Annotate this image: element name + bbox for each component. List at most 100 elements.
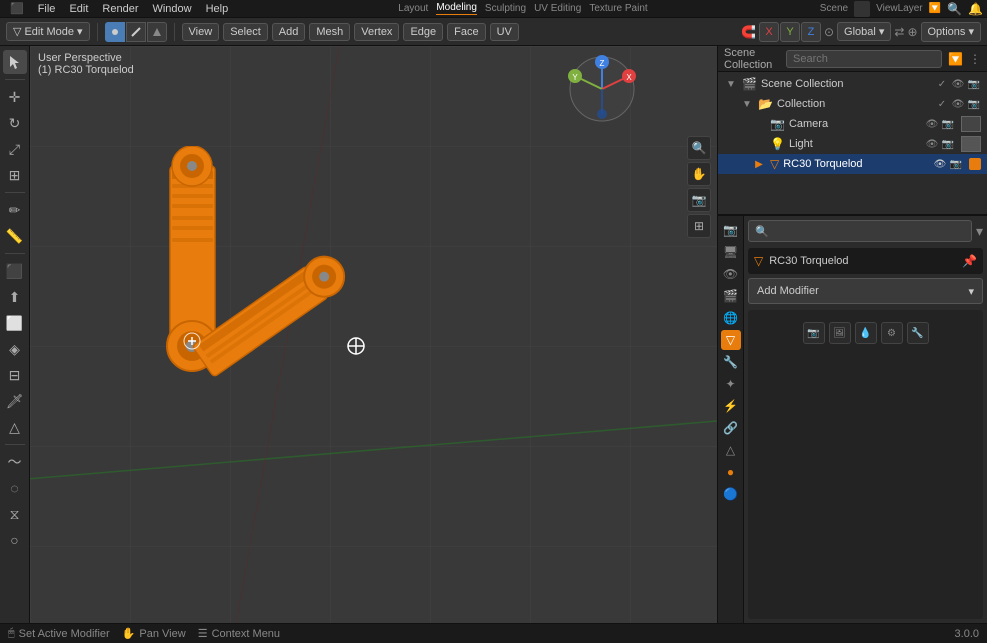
menu-help[interactable]: Help (200, 2, 235, 16)
eye-rc30[interactable]: 👁 (933, 157, 947, 171)
check-icon-2[interactable]: ✓ (935, 97, 949, 111)
add-menu[interactable]: Add (272, 23, 306, 41)
outliner-dots-icon[interactable]: ⋮ (969, 52, 981, 66)
props-data-icon[interactable]: △ (721, 440, 741, 460)
props-search-bar[interactable]: 🔍 (748, 220, 972, 242)
cursor-tool[interactable] (3, 50, 27, 74)
props-output-icon[interactable]: 🖥 (721, 242, 741, 262)
face-menu[interactable]: Face (447, 23, 485, 41)
annotate-tool[interactable]: ✏ (3, 198, 27, 222)
add-cube-tool[interactable]: ⬛ (3, 259, 27, 283)
props-material-icon[interactable]: ● (721, 462, 741, 482)
to-sphere-tool[interactable]: ○ (3, 528, 27, 552)
menu-edit[interactable]: Edit (63, 2, 94, 16)
smooth-tool[interactable]: 〜 (3, 450, 27, 474)
vertex-select-btn[interactable] (105, 22, 125, 42)
menu-file[interactable]: File (32, 2, 62, 16)
transform-tool[interactable]: ⊞ (3, 163, 27, 187)
outliner-search[interactable] (786, 50, 942, 68)
tab-modeling[interactable]: Modeling (436, 2, 477, 15)
eye-icon[interactable]: 👁 (951, 77, 965, 91)
transform-space[interactable]: Global ▾ (837, 22, 891, 41)
props-scene-icon[interactable]: 🎬 (721, 286, 741, 306)
tab-uv-editing[interactable]: UV Editing (534, 3, 581, 14)
check-icon[interactable]: ✓ (935, 77, 949, 91)
face-select-btn[interactable] (147, 22, 167, 42)
menu-window[interactable]: Window (146, 2, 197, 16)
props-btn-sphere[interactable]: ⚙ (881, 322, 903, 344)
tab-texture-paint[interactable]: Texture Paint (589, 3, 647, 14)
loop-cut-tool[interactable]: ⊟ (3, 363, 27, 387)
mode-selector[interactable]: ▽ Edit Mode ▾ (6, 22, 90, 41)
render-camera[interactable]: 📷 (941, 117, 955, 131)
eye-icon-2[interactable]: 👁 (951, 97, 965, 111)
edge-menu[interactable]: Edge (403, 23, 443, 41)
render-light[interactable]: 📷 (941, 137, 955, 151)
props-view-icon[interactable]: 👁 (721, 264, 741, 284)
outliner-row-light[interactable]: 💡 Light 👁 📷 (718, 134, 987, 154)
expand-collection[interactable]: ▼ (740, 97, 754, 111)
camera-vis-icon-2[interactable]: 📷 (967, 97, 981, 111)
navigation-gizmo[interactable]: Z X Y (567, 54, 637, 124)
move-tool[interactable]: ✛ (3, 85, 27, 109)
props-pin-icon[interactable]: 📌 (962, 254, 977, 268)
props-render-icon[interactable]: 📷 (721, 220, 741, 240)
y-constraint-btn[interactable]: Y (780, 22, 800, 42)
outliner-filter-icon[interactable]: 🔽 (948, 52, 963, 66)
shrink-tool[interactable]: ◌ (3, 476, 27, 500)
transform-icon[interactable]: ⇄ (894, 25, 904, 39)
mesh-menu[interactable]: Mesh (309, 23, 350, 41)
props-dropdown-icon[interactable]: ▾ (976, 223, 983, 240)
options-btn[interactable]: Options ▾ (921, 22, 982, 42)
select-menu[interactable]: Select (223, 23, 268, 41)
add-modifier-btn[interactable]: Add Modifier ▾ (748, 278, 983, 304)
props-physics-icon[interactable]: ⚡ (721, 396, 741, 416)
props-object-icon[interactable]: ▽ (721, 330, 741, 350)
bevel-tool[interactable]: ◈ (3, 337, 27, 361)
tab-sculpting[interactable]: Sculpting (485, 3, 526, 14)
props-search-input[interactable] (773, 225, 965, 237)
edge-select-btn[interactable] (126, 22, 146, 42)
extrude-tool[interactable]: ⬆ (3, 285, 27, 309)
outliner-row-scene[interactable]: ▼ 🎬 Scene Collection ✓ 👁 📷 (718, 74, 987, 94)
uv-menu[interactable]: UV (490, 23, 519, 41)
outliner-row-rc30[interactable]: ▶ ▽ RC30 Torquelod 👁 📷 (718, 154, 987, 174)
vertex-menu[interactable]: Vertex (354, 23, 399, 41)
snap-icon[interactable]: 🧲 (741, 25, 756, 39)
scale-tool[interactable]: ⤢ (3, 137, 27, 161)
eye-camera[interactable]: 👁 (925, 117, 939, 131)
props-particles-icon[interactable]: ✦ (721, 374, 741, 394)
camera-vis-icon[interactable]: 📷 (967, 77, 981, 91)
props-btn-wrench[interactable]: 🔧 (907, 322, 929, 344)
camera-btn[interactable]: 📷 (687, 188, 711, 212)
proportional-icon[interactable]: ⊙ (824, 25, 834, 39)
expand-rc30[interactable]: ▶ (752, 157, 766, 171)
z-constraint-btn[interactable]: Z (801, 22, 821, 42)
knife-tool[interactable]: 🗡 (3, 389, 27, 413)
rotate-tool[interactable]: ↻ (3, 111, 27, 135)
props-modifier-icon[interactable]: 🔧 (721, 352, 741, 372)
pan-btn[interactable]: ✋ (687, 162, 711, 186)
zoom-in-btn[interactable]: 🔍 (687, 136, 711, 160)
inset-tool[interactable]: ⬜ (3, 311, 27, 335)
x-constraint-btn[interactable]: X (759, 22, 779, 42)
overlay-icon[interactable]: ⊕ (907, 25, 917, 39)
render-rc30[interactable]: 📷 (949, 157, 963, 171)
props-world-icon[interactable]: 🌐 (721, 308, 741, 328)
shear-tool[interactable]: ⧖ (3, 502, 27, 526)
props-btn-droplet[interactable]: 💧 (855, 322, 877, 344)
props-constraints-icon[interactable]: 🔗 (721, 418, 741, 438)
props-btn-render[interactable]: 📷 (803, 322, 825, 344)
expand-scene[interactable]: ▼ (724, 77, 738, 91)
props-shader-icon[interactable]: 🔵 (721, 484, 741, 504)
viewport[interactable]: User Perspective (1) RC30 Torquelod Z X … (30, 46, 717, 623)
props-btn-image[interactable]: 🖼 (829, 322, 851, 344)
view-menu[interactable]: View (182, 23, 220, 41)
outliner-row-camera[interactable]: 📷 Camera 👁 📷 (718, 114, 987, 134)
measure-tool[interactable]: 📏 (3, 224, 27, 248)
eye-light[interactable]: 👁 (925, 137, 939, 151)
poly-build-tool[interactable]: △ (3, 415, 27, 439)
menu-blender-logo[interactable]: ⬛ (4, 1, 30, 16)
grid-btn[interactable]: ⊞ (687, 214, 711, 238)
outliner-row-collection[interactable]: ▼ 📂 Collection ✓ 👁 📷 (718, 94, 987, 114)
